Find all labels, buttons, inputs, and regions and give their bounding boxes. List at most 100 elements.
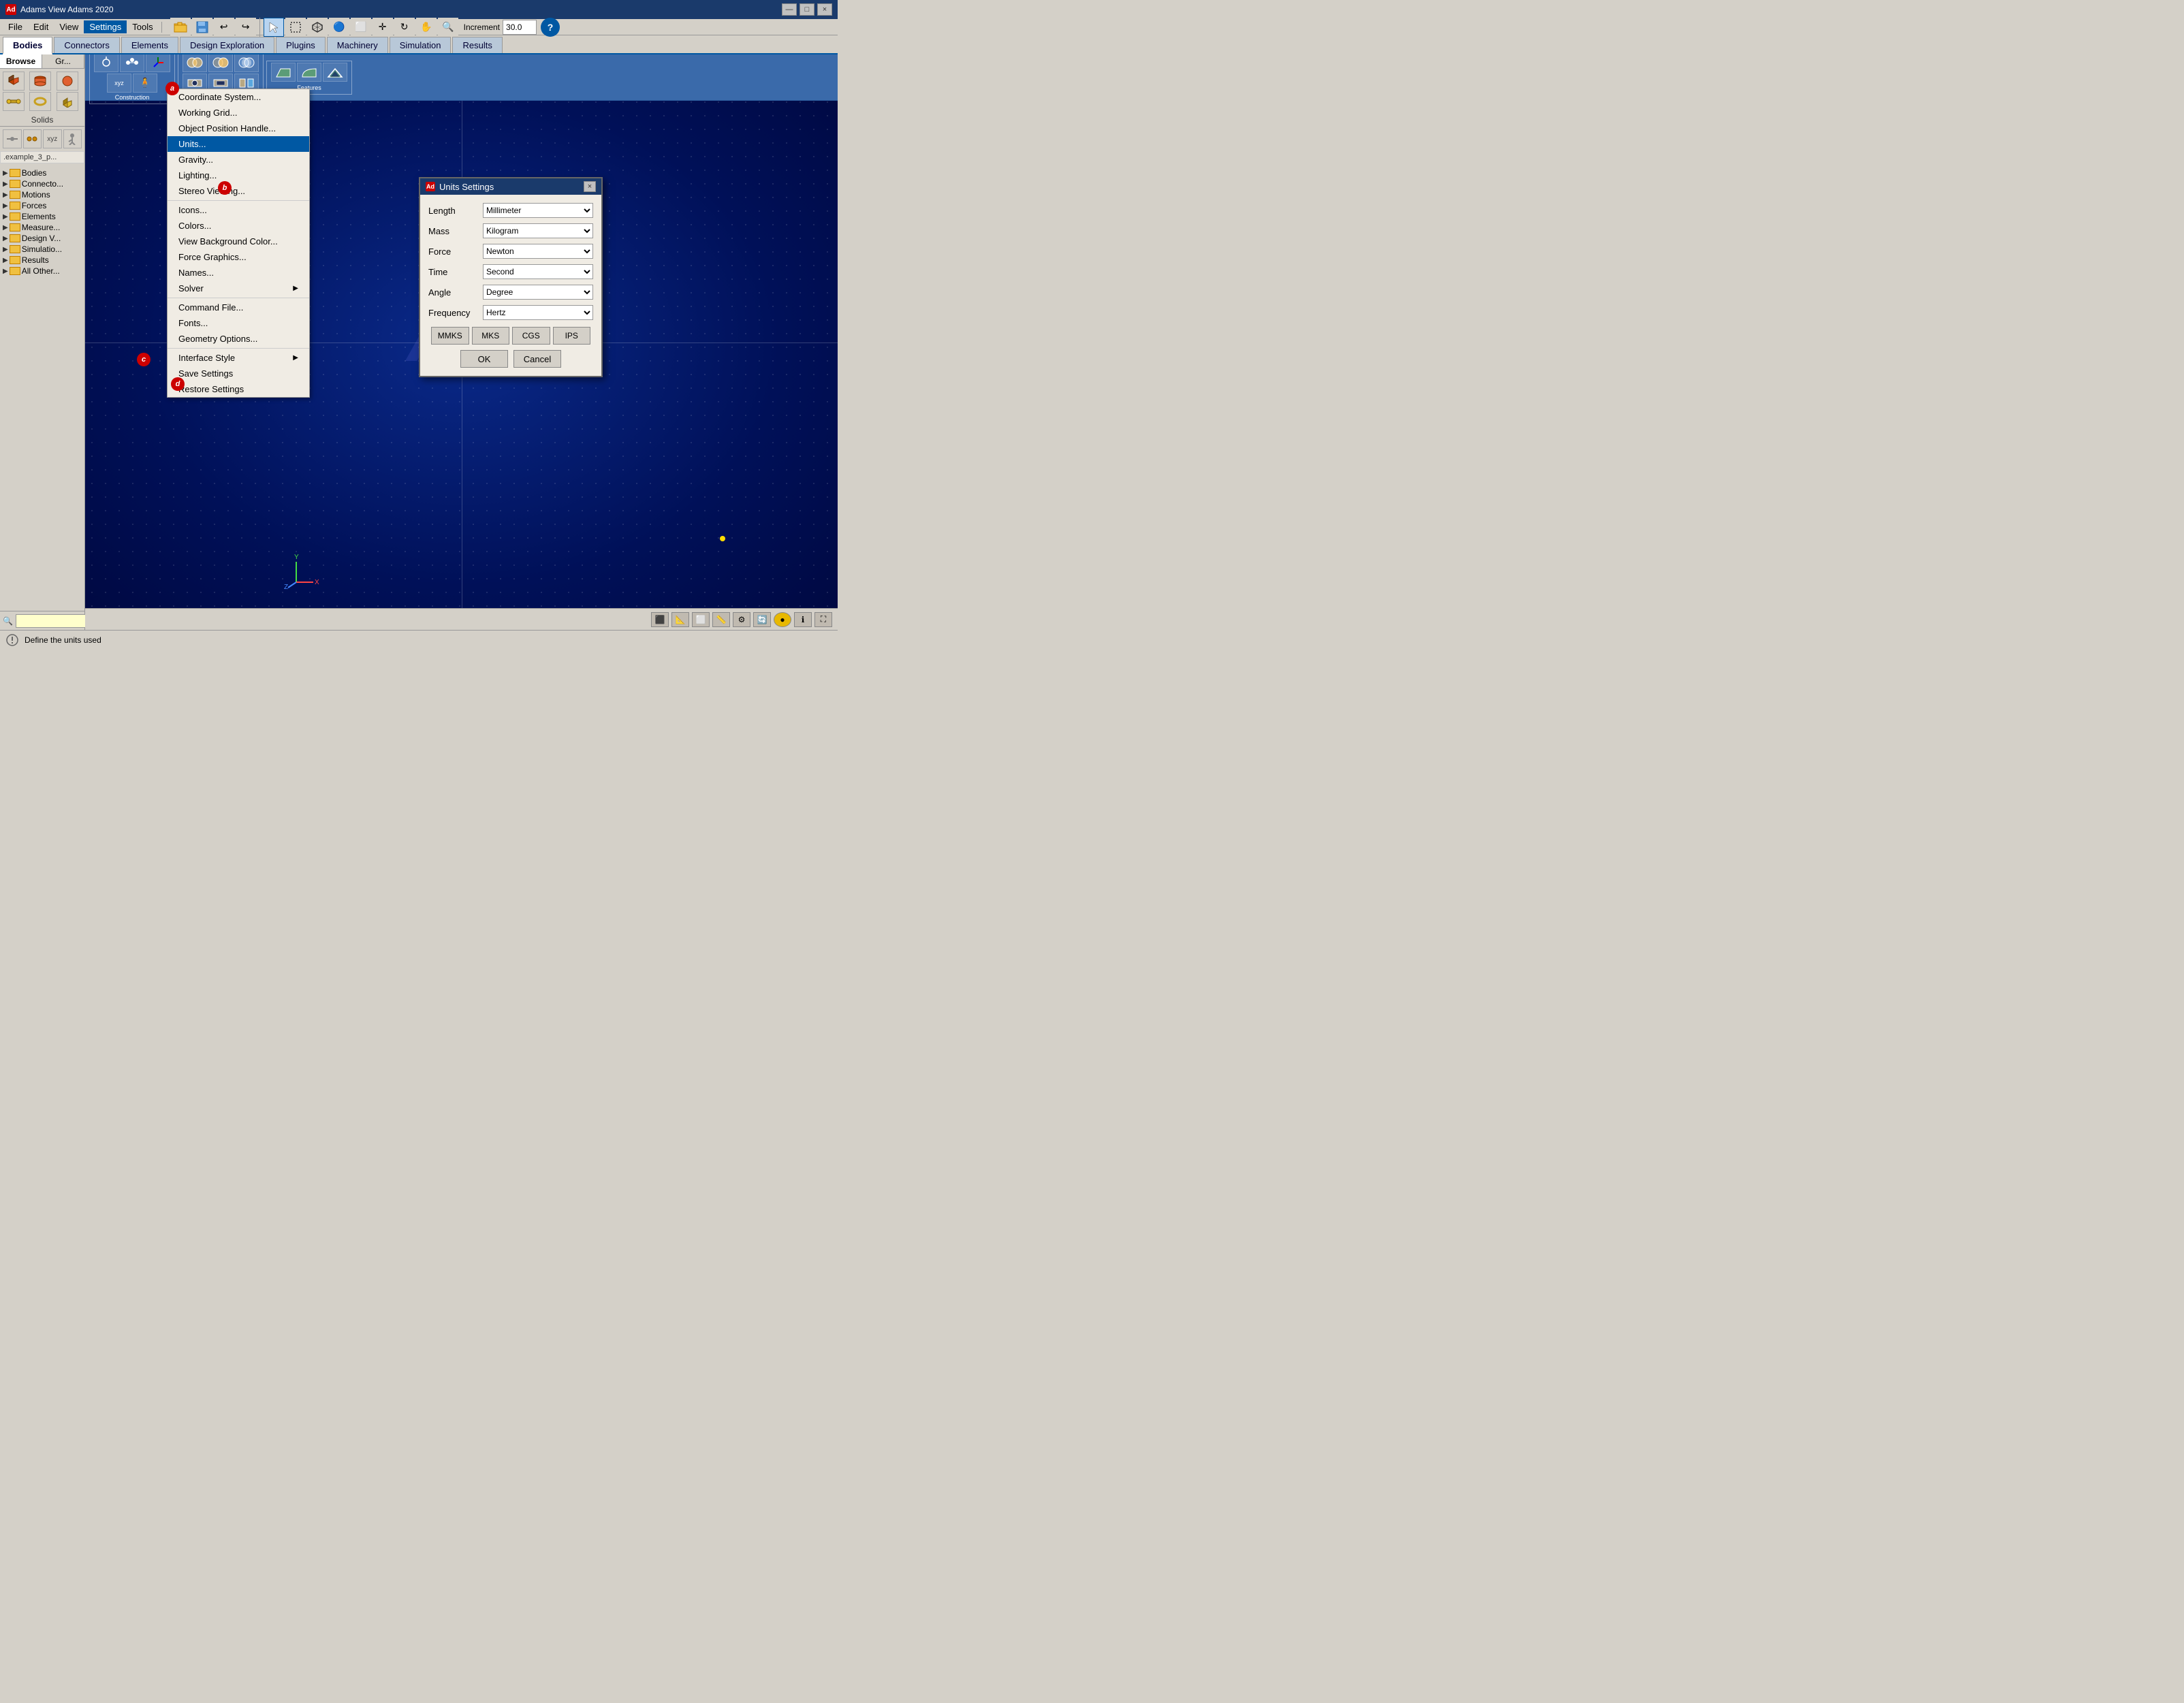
tree-item-other[interactable]: ▶ All Other... — [1, 266, 83, 276]
dialog-close-button[interactable]: × — [584, 181, 596, 192]
toolbar-rotate[interactable]: ↻ — [394, 18, 415, 37]
toolbar-move[interactable]: ✛ — [373, 18, 393, 37]
mass-select[interactable]: Kilogram Gram Pound Slug — [483, 223, 593, 238]
icon-point[interactable] — [3, 129, 22, 148]
menu-bg-color[interactable]: View Background Color... — [168, 234, 309, 249]
menu-file[interactable]: File — [3, 20, 28, 33]
body-torus[interactable] — [29, 92, 51, 111]
body-extrusion[interactable] — [57, 92, 78, 111]
toolbar-zoom-in[interactable]: 🔵 — [329, 18, 349, 37]
menu-coordinate-system[interactable]: Coordinate System... — [168, 89, 309, 105]
bottom-tool-8[interactable]: ℹ — [794, 612, 812, 627]
tab-results[interactable]: Results — [452, 37, 502, 53]
tree-item-forces[interactable]: ▶ Forces — [1, 200, 83, 211]
ctool-union[interactable] — [183, 54, 207, 72]
tree-item-motions[interactable]: ▶ Motions — [1, 189, 83, 200]
ctool-fillet[interactable] — [297, 63, 321, 82]
menu-colors[interactable]: Colors... — [168, 218, 309, 234]
ok-button[interactable]: OK — [460, 350, 508, 368]
length-select[interactable]: Millimeter Meter Centimeter Inch Foot — [483, 203, 593, 218]
tree-item-bodies[interactable]: ▶ Bodies — [1, 168, 83, 178]
bottom-tool-5[interactable]: ⚙ — [733, 612, 750, 627]
cancel-button[interactable]: Cancel — [513, 350, 561, 368]
ctool-curve[interactable] — [94, 54, 118, 72]
icon-xyz[interactable]: xyz — [43, 129, 62, 148]
maximize-button[interactable]: □ — [800, 3, 814, 16]
body-box[interactable] — [3, 71, 25, 91]
toolbar-zoom-box[interactable]: ⬜ — [351, 18, 371, 37]
preset-cgs[interactable]: CGS — [512, 327, 550, 345]
bottom-tool-3[interactable]: ⬜ — [692, 612, 710, 627]
tree-item-simulation[interactable]: ▶ Simulatio... — [1, 244, 83, 255]
preset-mks[interactable]: MKS — [472, 327, 510, 345]
menu-solver[interactable]: Solver ▶ — [168, 281, 309, 296]
bottom-tool-6[interactable]: 🔄 — [753, 612, 771, 627]
bottom-tool-1[interactable]: ⬛ — [651, 612, 669, 627]
toolbar-open[interactable] — [170, 18, 191, 37]
tree-item-connectors[interactable]: ▶ Connecto... — [1, 178, 83, 189]
tab-machinery[interactable]: Machinery — [327, 37, 388, 53]
toolbar-box-select[interactable] — [285, 18, 306, 37]
ctool-person[interactable]: 🧍 — [133, 74, 157, 93]
ctool-intersect[interactable] — [234, 54, 259, 72]
menu-tools[interactable]: Tools — [127, 20, 158, 33]
body-sphere[interactable] — [57, 71, 78, 91]
menu-command-file[interactable]: Command File... — [168, 300, 309, 315]
ctool-chamfer[interactable] — [271, 63, 296, 82]
menu-interface-style[interactable]: Interface Style ▶ — [168, 350, 309, 366]
toolbar-save[interactable] — [192, 18, 212, 37]
menu-settings[interactable]: Settings — [84, 20, 127, 33]
preset-ips[interactable]: IPS — [553, 327, 591, 345]
tab-design-exploration[interactable]: Design Exploration — [180, 37, 274, 53]
subtab-browse[interactable]: Browse — [0, 54, 42, 68]
menu-units[interactable]: Units... — [168, 136, 309, 152]
toolbar-search[interactable]: 🔍 — [438, 18, 458, 37]
tab-elements[interactable]: Elements — [121, 37, 178, 53]
preset-mmks[interactable]: MMKS — [431, 327, 469, 345]
ctool-subtract[interactable] — [208, 54, 233, 72]
ctool-points[interactable] — [120, 54, 144, 72]
bottom-tool-7[interactable]: ● — [774, 612, 791, 627]
increment-input[interactable] — [503, 20, 537, 35]
minimize-button[interactable]: — — [782, 3, 797, 16]
toolbar-undo[interactable]: ↩ — [214, 18, 234, 37]
force-select[interactable]: Newton Kilonewton Pound-force Dyne — [483, 244, 593, 259]
icon-body2[interactable] — [23, 129, 42, 148]
toolbar-select[interactable] — [264, 18, 284, 37]
menu-fonts[interactable]: Fonts... — [168, 315, 309, 331]
angle-select[interactable]: Degree Radian — [483, 285, 593, 300]
bottom-tool-4[interactable]: 📏 — [712, 612, 730, 627]
bottom-tool-2[interactable]: 📐 — [671, 612, 689, 627]
frequency-select[interactable]: Hertz RPM Rad/s — [483, 305, 593, 320]
menu-icons[interactable]: Icons... — [168, 202, 309, 218]
menu-force-graphics[interactable]: Force Graphics... — [168, 249, 309, 265]
menu-save-settings[interactable]: Save Settings — [168, 366, 309, 381]
tree-item-measures[interactable]: ▶ Measure... — [1, 222, 83, 233]
tree-item-elements[interactable]: ▶ Elements — [1, 211, 83, 222]
menu-view[interactable]: View — [54, 20, 84, 33]
help-button[interactable]: ? — [541, 18, 560, 37]
menu-stereo-viewing[interactable]: Stereo Viewing... — [168, 183, 309, 199]
tree-item-designv[interactable]: ▶ Design V... — [1, 233, 83, 244]
tab-simulation[interactable]: Simulation — [390, 37, 452, 53]
ctool-xyz[interactable]: xyz — [107, 74, 131, 93]
ctool-shell[interactable] — [323, 63, 347, 82]
menu-object-position[interactable]: Object Position Handle... — [168, 121, 309, 136]
close-button[interactable]: × — [817, 3, 832, 16]
tab-bodies[interactable]: Bodies — [3, 37, 52, 54]
subtab-gr[interactable]: Gr... — [42, 54, 84, 68]
menu-geometry-options[interactable]: Geometry Options... — [168, 331, 309, 347]
time-select[interactable]: Second Millisecond Minute — [483, 264, 593, 279]
menu-edit[interactable]: Edit — [28, 20, 54, 33]
toolbar-iso-view[interactable] — [307, 18, 328, 37]
menu-gravity[interactable]: Gravity... — [168, 152, 309, 168]
window-controls[interactable]: — □ × — [782, 3, 832, 16]
tab-connectors[interactable]: Connectors — [54, 37, 119, 53]
menu-working-grid[interactable]: Working Grid... — [168, 105, 309, 121]
menu-lighting[interactable]: Lighting... — [168, 168, 309, 183]
ctool-frame[interactable] — [146, 54, 170, 72]
menu-names[interactable]: Names... — [168, 265, 309, 281]
tab-plugins[interactable]: Plugins — [276, 37, 326, 53]
icon-figure[interactable] — [63, 129, 82, 148]
body-cylinder[interactable] — [29, 71, 51, 91]
